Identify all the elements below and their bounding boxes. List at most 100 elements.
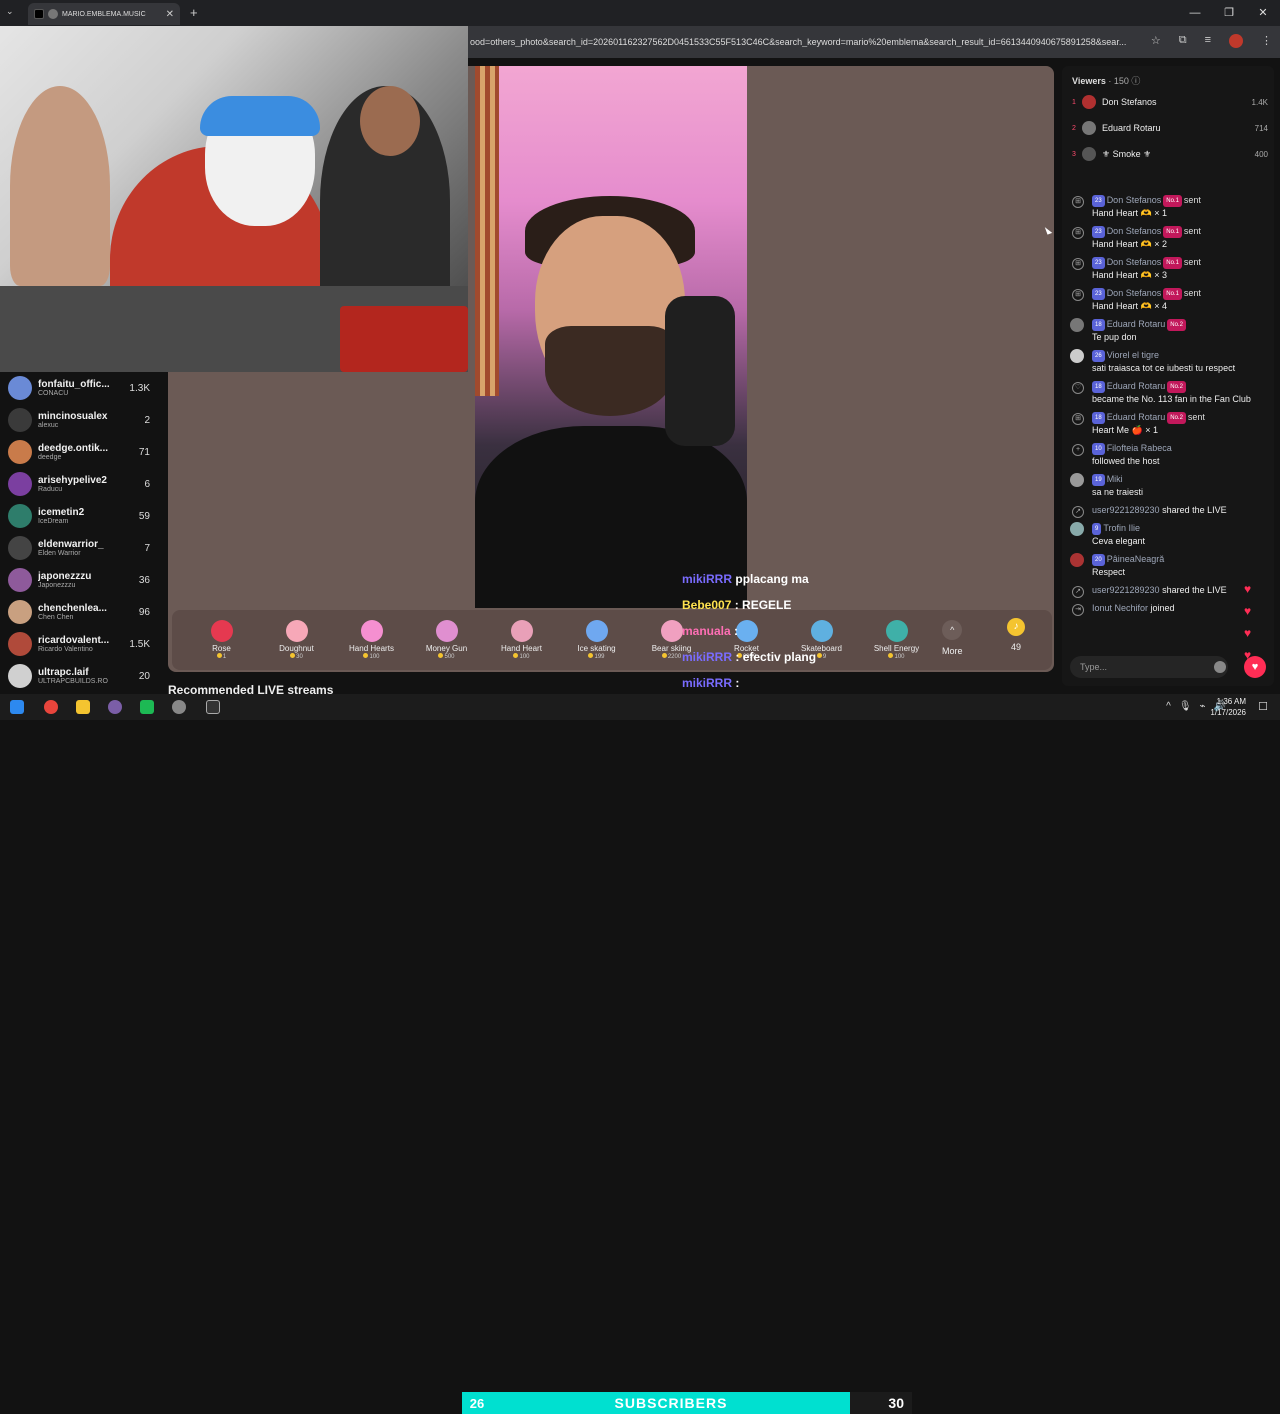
avatar bbox=[8, 504, 32, 528]
extensions-icon[interactable]: ⧉ bbox=[1179, 34, 1187, 48]
sidebar-item[interactable]: eldenwarrior_ Elden Warrior 7 bbox=[0, 532, 168, 564]
menu-icon[interactable]: ⋮ bbox=[1261, 34, 1272, 48]
coin-balance-button[interactable]: ♪ 49 bbox=[1007, 618, 1025, 652]
browser-tab[interactable]: MARIO.EMBLEMA.MUSIC ✕ bbox=[28, 3, 180, 25]
file-explorer-icon[interactable] bbox=[76, 700, 90, 714]
feed-user[interactable]: Ionut Nechifor bbox=[1092, 603, 1148, 613]
feed-text: shared the LIVE bbox=[1162, 585, 1227, 595]
overlay-chat-user: mikiRRR bbox=[682, 572, 733, 586]
chat-input[interactable]: Type... bbox=[1070, 656, 1228, 678]
app-icon[interactable] bbox=[140, 700, 154, 714]
sidebar-item[interactable]: ultrapc.laif ULTRAPCBUILDS.RO 20 bbox=[0, 660, 168, 692]
feed-item: 26 Viorel el tigre sati traiasca tot ce iu… bbox=[1068, 349, 1268, 374]
gift-hand-heart[interactable]: Hand Heart 100 bbox=[484, 620, 559, 660]
gift-price-value: 2200 bbox=[667, 654, 682, 660]
feed-user[interactable]: Filofteia Rabeca bbox=[1107, 443, 1172, 453]
gift-name: Ice skating bbox=[577, 644, 616, 653]
network-icon[interactable]: ⌁ bbox=[1200, 701, 1206, 712]
viewer-count: 71 bbox=[138, 446, 150, 458]
sidebar-item[interactable]: icemetin2 IceDream 59 bbox=[0, 500, 168, 532]
more-gifts-button[interactable]: ^ More bbox=[942, 620, 963, 656]
viewer-count: 36 bbox=[138, 574, 150, 586]
sidebar-item[interactable]: japonezzzu Japonezzzu 36 bbox=[0, 564, 168, 596]
clock[interactable]: 1:36 AM 1/17/2026 bbox=[1210, 696, 1246, 718]
top-viewer-row[interactable]: 1 Don Stefanos 1.4K bbox=[1072, 92, 1268, 112]
top-viewer-row[interactable]: 3 ⚜ Smoke ⚜ 400 bbox=[1072, 144, 1268, 164]
feed-user[interactable]: Don Stefanos bbox=[1107, 226, 1162, 236]
mic-icon[interactable]: 🎙 bbox=[1179, 701, 1192, 712]
sidebar-item[interactable]: arisehypelive2 Raducu 6 bbox=[0, 468, 168, 500]
tab-search-icon[interactable]: ⌄ bbox=[6, 6, 14, 17]
red-box bbox=[340, 306, 468, 372]
minimize-icon[interactable]: — bbox=[1178, 0, 1212, 26]
sidebar-item[interactable]: deedge.ontik... deedge 71 bbox=[0, 436, 168, 468]
gift-shell-energy[interactable]: Shell Energy 100 bbox=[859, 620, 934, 660]
chrome-icon[interactable] bbox=[44, 700, 58, 714]
feed-user[interactable]: Don Stefanos bbox=[1107, 195, 1162, 205]
gift-money-gun[interactable]: Money Gun 500 bbox=[409, 620, 484, 660]
avatar bbox=[8, 376, 32, 400]
gift-price: 100 bbox=[888, 653, 905, 660]
close-tab-icon[interactable]: ✕ bbox=[166, 9, 174, 20]
gift-price: 9 bbox=[816, 653, 826, 660]
feed-user[interactable]: Don Stefanos bbox=[1107, 257, 1162, 267]
bookmark-star-icon[interactable]: ☆ bbox=[1151, 34, 1161, 48]
top-viewer-row[interactable]: 2 Eduard Rotaru 714 bbox=[1072, 118, 1268, 138]
sidebar-item[interactable]: fonfaitu_offic... CONACU 1.3K bbox=[0, 372, 168, 404]
feed-user[interactable]: user9221289230 bbox=[1092, 505, 1160, 515]
overlay-chat-msg: : REGELE bbox=[734, 598, 792, 612]
viewer-name: Eduard Rotaru bbox=[1102, 123, 1161, 133]
rank-badge: No.1 bbox=[1163, 257, 1182, 269]
viewer-count: 2 bbox=[144, 414, 150, 426]
media-controls-icon[interactable]: ≡ bbox=[1205, 34, 1211, 48]
address-bar[interactable]: ood=others_photo&search_id=2026011623275… bbox=[468, 26, 1280, 58]
feed-text: shared the LIVE bbox=[1162, 505, 1227, 515]
live-video[interactable] bbox=[475, 66, 747, 608]
coin-icon bbox=[290, 653, 296, 658]
feed-user[interactable]: Viorel el tigre bbox=[1107, 350, 1159, 360]
subscribers-label: SUBSCRIBERS bbox=[614, 1395, 728, 1411]
info-icon[interactable]: ⓘ bbox=[1131, 76, 1140, 86]
rank-badge: No.2 bbox=[1167, 381, 1186, 393]
restore-icon[interactable]: ❐ bbox=[1212, 0, 1246, 26]
feed-user[interactable]: Eduard Rotaru bbox=[1107, 319, 1166, 329]
gift-rose[interactable]: Rose 1 bbox=[184, 620, 259, 660]
obs-icon[interactable] bbox=[206, 700, 220, 714]
viewer-rank: 2 bbox=[1072, 124, 1076, 132]
feed-user[interactable]: Eduard Rotaru bbox=[1107, 381, 1166, 391]
gift-name: Doughnut bbox=[279, 644, 314, 653]
browser-profile-icon[interactable] bbox=[108, 700, 122, 714]
url-text[interactable]: ood=others_photo&search_id=2026011623275… bbox=[470, 37, 1140, 47]
sidebar-item-sub: deedge bbox=[38, 454, 62, 461]
streamer-beard bbox=[545, 326, 675, 416]
tray-expand-icon[interactable]: ^ bbox=[1166, 701, 1171, 712]
shield-icon[interactable] bbox=[172, 700, 186, 714]
sent-label: sent bbox=[1183, 195, 1201, 205]
notification-icon[interactable]: ☐ bbox=[1258, 700, 1268, 713]
sidebar-item-sub: Elden Warrior bbox=[38, 550, 81, 557]
audio-icon bbox=[48, 9, 58, 19]
avatar bbox=[1070, 473, 1084, 487]
feed-text: Hand Heart 🫶 × 4 bbox=[1092, 301, 1167, 311]
gift-hand-hearts[interactable]: Hand Hearts 100 bbox=[334, 620, 409, 660]
profile-avatar[interactable] bbox=[1229, 34, 1243, 48]
sidebar-item[interactable]: mincinosualex alexuc 2 bbox=[0, 404, 168, 436]
viewer-count: 1.3K bbox=[129, 382, 150, 394]
sidebar-item[interactable]: chenchenlea... Chen Chen 96 bbox=[0, 596, 168, 628]
emoji-icon[interactable] bbox=[1214, 661, 1226, 673]
close-window-icon[interactable]: ✕ bbox=[1246, 0, 1280, 26]
sidebar-item[interactable]: ricardovalent... Ricardo Valentino 1.5K bbox=[0, 628, 168, 660]
gift-price-value: 1 bbox=[222, 654, 227, 660]
feed-user[interactable]: Trofin Ilie bbox=[1103, 523, 1140, 533]
new-tab-icon[interactable]: + bbox=[190, 5, 198, 20]
hand-hearts-icon bbox=[360, 620, 383, 642]
feed-user[interactable]: Eduard Rotaru bbox=[1107, 412, 1166, 422]
gift-ice-skating[interactable]: Ice skating 199 bbox=[559, 620, 634, 660]
feed-user[interactable]: Miki bbox=[1107, 474, 1123, 484]
gift-doughnut[interactable]: Doughnut 30 bbox=[259, 620, 334, 660]
overlay-chat-line: mikiRRR : bbox=[682, 670, 816, 696]
feed-user[interactable]: user9221289230 bbox=[1092, 585, 1160, 595]
feed-user[interactable]: Don Stefanos bbox=[1107, 288, 1162, 298]
windows-start-icon[interactable] bbox=[10, 700, 24, 714]
feed-user[interactable]: PâineaNeagră bbox=[1107, 554, 1165, 564]
